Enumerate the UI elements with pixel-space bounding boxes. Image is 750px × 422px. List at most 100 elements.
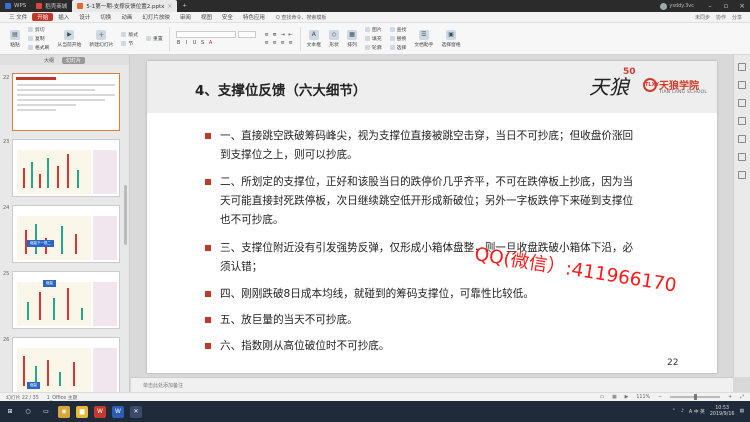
select-button[interactable]: 选择 — [389, 44, 406, 51]
task-view-icon[interactable]: ▭ — [40, 406, 52, 418]
underline-button[interactable]: U — [192, 40, 198, 46]
align-center-icon[interactable]: ≡ — [272, 40, 278, 46]
normal-view-icon[interactable]: ▭ — [600, 395, 605, 400]
slide-title[interactable]: 4、支撑位反馈（六大细节） — [195, 79, 366, 99]
search-icon[interactable]: ○ — [22, 406, 34, 418]
windows-icon[interactable]: ⊞ — [4, 406, 16, 418]
collab-button[interactable]: 协作 — [716, 14, 726, 21]
slide-thumbnail-24[interactable]: 缩量下一根二 — [12, 205, 120, 263]
paste-button[interactable]: ▤ 粘贴 — [6, 29, 24, 48]
close-icon[interactable]: × — [167, 3, 172, 10]
slide-thumbnail-25[interactable]: 缩量 — [12, 271, 120, 329]
fit-window-icon[interactable]: ⤢ — [740, 394, 744, 400]
menu-transition[interactable]: 切换 — [95, 12, 116, 23]
font-family-select[interactable] — [175, 31, 236, 38]
thumbnail-scrollbar[interactable] — [124, 185, 127, 245]
reset-button[interactable]: 重置 — [146, 35, 163, 42]
shape-panel-icon[interactable] — [738, 117, 746, 125]
word-icon[interactable]: W — [112, 405, 124, 418]
justify-icon[interactable]: ≡ — [288, 40, 294, 46]
menu-insert[interactable]: 插入 — [53, 12, 74, 23]
new-tab-button[interactable]: + — [177, 0, 192, 12]
menu-view[interactable]: 视图 — [196, 12, 217, 23]
font-color-button[interactable]: A — [208, 40, 214, 46]
sorter-view-icon[interactable]: ▦ — [612, 395, 617, 400]
outdent-icon[interactable]: ⇤ — [288, 32, 294, 38]
layout-button[interactable]: 版式 — [121, 31, 138, 38]
app-icon[interactable]: ✕ — [130, 405, 142, 418]
strike-button[interactable]: S — [200, 40, 206, 46]
slide-thumbnail-23[interactable] — [12, 139, 120, 197]
settings-icon[interactable] — [738, 153, 746, 161]
shape-button[interactable]: ◇ 形状 — [325, 29, 343, 48]
copy-button[interactable]: 复制 — [28, 35, 49, 42]
menu-design[interactable]: 设计 — [74, 12, 95, 23]
minimize-icon[interactable]: – — [702, 2, 718, 10]
reading-view-icon[interactable]: ▶ — [625, 395, 629, 400]
tab-store[interactable]: 稻壳商城 — [31, 0, 72, 12]
window-close-icon[interactable]: × — [734, 2, 750, 10]
transition-icon[interactable] — [738, 135, 746, 143]
menu-file[interactable]: 三 文件 — [4, 12, 32, 23]
menu-features[interactable]: 特色应用 — [238, 12, 270, 23]
help-icon[interactable] — [738, 171, 746, 179]
current-slide[interactable]: 4、支撑位反馈（六大细节） 天狼 50 TLXY 天狼学院 TIAN LANG … — [147, 61, 717, 373]
zoom-in-icon[interactable]: + — [728, 395, 732, 400]
zoom-slider[interactable] — [670, 394, 721, 400]
explorer-icon[interactable]: ▆ — [76, 405, 88, 418]
style-icon[interactable] — [738, 81, 746, 89]
select-pane-button[interactable]: ▣ 选择窗格 — [437, 29, 464, 48]
doc-assistant-button[interactable]: ☰ 文档助手 — [410, 29, 437, 48]
notification-icon[interactable]: ▤ — [739, 409, 744, 414]
tab-document[interactable]: 5-1第一期-支撑反馈位置2.pptx × — [72, 0, 178, 12]
fill-button[interactable]: 填充 — [365, 35, 382, 42]
animation-icon[interactable] — [738, 99, 746, 107]
cut-button[interactable]: 剪切 — [28, 26, 49, 33]
command-search[interactable]: Q 查找命令、搜索模板 — [276, 14, 327, 21]
new-slide-button[interactable]: ＋新建幻灯片 — [85, 29, 117, 48]
outline-button[interactable]: 轮廓 — [365, 44, 382, 51]
picture-button[interactable]: 图片 — [365, 26, 382, 33]
menu-animation[interactable]: 动画 — [116, 12, 137, 23]
zoom-out-icon[interactable]: − — [658, 395, 662, 400]
tray-up-icon[interactable]: ⌃ — [672, 409, 676, 414]
volume-icon[interactable]: ♪ — [681, 409, 684, 414]
slide-thumbnail-22[interactable] — [12, 73, 120, 131]
arrange-button[interactable]: ▦ 排列 — [343, 29, 361, 48]
input-language[interactable]: A 中 英 — [689, 408, 705, 415]
tab-outline[interactable]: 大纲 — [44, 57, 54, 64]
menu-home[interactable]: 开始 — [32, 13, 54, 21]
align-right-icon[interactable]: ≡ — [280, 40, 286, 46]
new-slide-icon: ＋ — [96, 29, 107, 40]
menu-slideshow[interactable]: 幻灯片放映 — [137, 12, 175, 23]
thumb-label: 缩量 — [43, 280, 56, 287]
maximize-icon[interactable]: ▫ — [718, 2, 734, 10]
align-left-icon[interactable]: ≡ — [264, 40, 270, 46]
slide-thumbnail-26[interactable]: 缩量 — [12, 337, 120, 395]
chrome-icon[interactable]: ◉ — [58, 405, 70, 418]
system-clock[interactable]: 10:53 2019/9/16 — [710, 406, 735, 418]
share-button[interactable]: 分享 — [732, 14, 742, 21]
indent-icon[interactable]: ⇥ — [280, 32, 286, 38]
font-size-select[interactable] — [237, 31, 256, 38]
bullets-icon[interactable]: ≡ — [264, 32, 270, 38]
sync-status[interactable]: 未同步 — [695, 14, 710, 21]
user-account[interactable]: ysddy.3vc — [660, 2, 694, 10]
format-painter-button[interactable]: 格式刷 — [28, 44, 49, 51]
bold-button[interactable]: B — [176, 40, 182, 46]
play-from-current-button[interactable]: ▶ 从当前开始 — [53, 29, 85, 48]
numbering-icon[interactable]: ≣ — [272, 32, 278, 38]
replace-button[interactable]: 替换 — [389, 35, 406, 42]
tab-wps[interactable]: WPS — [0, 0, 31, 12]
find-button[interactable]: 查找 — [389, 26, 406, 33]
menu-review[interactable]: 审阅 — [175, 12, 196, 23]
menu-security[interactable]: 安全 — [217, 12, 238, 23]
section-button[interactable]: 节 — [121, 40, 138, 47]
notes-field[interactable]: 单击此处添加备注 — [131, 377, 733, 392]
italic-button[interactable]: I — [184, 40, 190, 46]
textbox-button[interactable]: A 文本框 — [303, 29, 325, 48]
wps-icon[interactable]: W — [94, 405, 106, 418]
tab-slides[interactable]: 幻灯片 — [62, 56, 86, 64]
zoom-level[interactable]: 111% — [636, 395, 650, 400]
properties-icon[interactable] — [738, 63, 746, 71]
